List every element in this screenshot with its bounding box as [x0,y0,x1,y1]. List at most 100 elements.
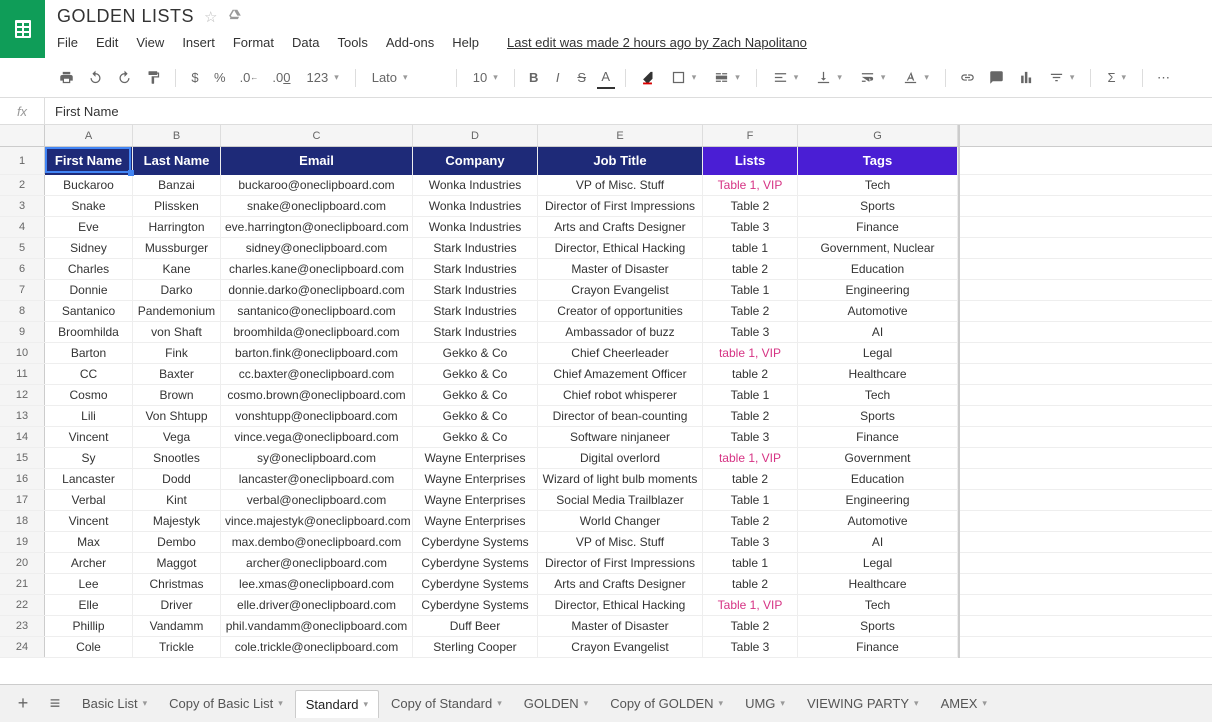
cell[interactable]: Wonka Industries [413,175,538,195]
cell[interactable]: phil.vandamm@oneclipboard.com [221,616,413,636]
cell[interactable]: Lancaster [45,469,133,489]
chevron-down-icon[interactable]: ▾ [584,698,589,709]
row-header[interactable]: 13 [0,406,45,426]
cell[interactable]: Trickle [133,637,221,657]
cell[interactable]: Education [798,259,958,279]
row-header[interactable]: 5 [0,238,45,258]
cell[interactable]: Table 1 [703,490,798,510]
cell[interactable]: Vandamm [133,616,221,636]
menu-edit[interactable]: Edit [96,35,118,50]
cell[interactable]: Cyberdyne Systems [413,532,538,552]
sheet-tab[interactable]: VIEWING PARTY▾ [797,690,929,718]
cell[interactable]: Master of Disaster [538,616,703,636]
dec-increase-button[interactable]: .00 [268,67,294,88]
cell[interactable]: Education [798,469,958,489]
print-icon[interactable] [55,67,78,88]
cell[interactable]: Master of Disaster [538,259,703,279]
last-edit-link[interactable]: Last edit was made 2 hours ago by Zach N… [507,35,807,50]
cell[interactable]: sy@oneclipboard.com [221,448,413,468]
row-header[interactable]: 6 [0,259,45,279]
cell[interactable]: Sports [798,616,958,636]
cell[interactable]: Table 3 [703,637,798,657]
row-header[interactable]: 12 [0,385,45,405]
col-header-D[interactable]: D [413,125,538,146]
menu-insert[interactable]: Insert [182,35,215,50]
cell[interactable]: Stark Industries [413,322,538,342]
row-header[interactable]: 23 [0,616,45,636]
chevron-down-icon[interactable]: ▾ [780,698,785,709]
cell[interactable]: Chief Amazement Officer [538,364,703,384]
italic-button[interactable]: I [549,67,567,88]
row-header[interactable]: 9 [0,322,45,342]
sheet-tab[interactable]: Standard▾ [295,690,379,718]
header-cell[interactable]: Lists [703,147,798,175]
cell[interactable]: Healthcare [798,574,958,594]
select-all-corner[interactable] [0,125,45,146]
star-icon[interactable]: ☆ [204,8,217,26]
cell[interactable]: Vega [133,427,221,447]
cell[interactable]: Creator of opportunities [538,301,703,321]
cell[interactable]: Cyberdyne Systems [413,595,538,615]
chevron-down-icon[interactable]: ▾ [497,698,502,709]
cell[interactable]: AI [798,532,958,552]
cell[interactable]: Table 3 [703,532,798,552]
chevron-down-icon[interactable]: ▾ [719,698,724,709]
text-color-button[interactable]: A [597,66,615,89]
cell[interactable]: max.dembo@oneclipboard.com [221,532,413,552]
cell[interactable]: Dodd [133,469,221,489]
cell[interactable]: Legal [798,343,958,363]
cell[interactable]: Cyberdyne Systems [413,574,538,594]
cell[interactable]: table 2 [703,364,798,384]
cell[interactable]: cc.baxter@oneclipboard.com [221,364,413,384]
rotate-icon[interactable] [897,67,935,88]
row-header[interactable]: 4 [0,217,45,237]
formula-input[interactable]: First Name [45,104,1212,119]
menu-data[interactable]: Data [292,35,319,50]
col-header-G[interactable]: G [798,125,958,146]
cell[interactable]: Buckaroo [45,175,133,195]
redo-icon[interactable] [113,67,136,88]
cell[interactable]: Table 3 [703,427,798,447]
paint-format-icon[interactable] [142,67,165,88]
cell[interactable]: Finance [798,217,958,237]
chevron-down-icon[interactable]: ▾ [278,698,283,709]
row-header[interactable]: 20 [0,553,45,573]
cell[interactable]: Table 3 [703,322,798,342]
functions-icon[interactable]: Σ [1101,67,1132,88]
add-sheet-button[interactable]: + [8,689,38,719]
cell[interactable]: Table 2 [703,196,798,216]
row-header[interactable]: 1 [0,147,45,174]
cell[interactable]: archer@oneclipboard.com [221,553,413,573]
cell[interactable]: santanico@oneclipboard.com [221,301,413,321]
cell[interactable]: table 2 [703,469,798,489]
sheets-logo[interactable] [0,0,45,58]
cell[interactable]: Table 3 [703,217,798,237]
menu-addons[interactable]: Add-ons [386,35,434,50]
cell[interactable]: Table 2 [703,301,798,321]
cell[interactable]: snake@oneclipboard.com [221,196,413,216]
col-header-E[interactable]: E [538,125,703,146]
cell[interactable]: Wayne Enterprises [413,448,538,468]
col-header-B[interactable]: B [133,125,221,146]
row-header[interactable]: 18 [0,511,45,531]
cell[interactable]: Chief robot whisperer [538,385,703,405]
menu-format[interactable]: Format [233,35,274,50]
cell[interactable]: Table 2 [703,406,798,426]
cell[interactable]: Tech [798,595,958,615]
header-cell[interactable]: Job Title [538,147,703,175]
v-align-icon[interactable] [810,67,848,88]
cell[interactable]: Government [798,448,958,468]
row-header[interactable]: 8 [0,301,45,321]
cell[interactable]: Healthcare [798,364,958,384]
cell[interactable]: Finance [798,427,958,447]
cell[interactable]: Cyberdyne Systems [413,553,538,573]
cell[interactable]: Automotive [798,301,958,321]
cell[interactable]: Table 1, VIP [703,595,798,615]
cell[interactable]: Table 1 [703,385,798,405]
cell[interactable]: Fink [133,343,221,363]
chevron-down-icon[interactable]: ▾ [143,698,148,709]
cell[interactable]: table 1, VIP [703,343,798,363]
cell[interactable]: Social Media Trailblazer [538,490,703,510]
row-header[interactable]: 21 [0,574,45,594]
cell[interactable]: Phillip [45,616,133,636]
